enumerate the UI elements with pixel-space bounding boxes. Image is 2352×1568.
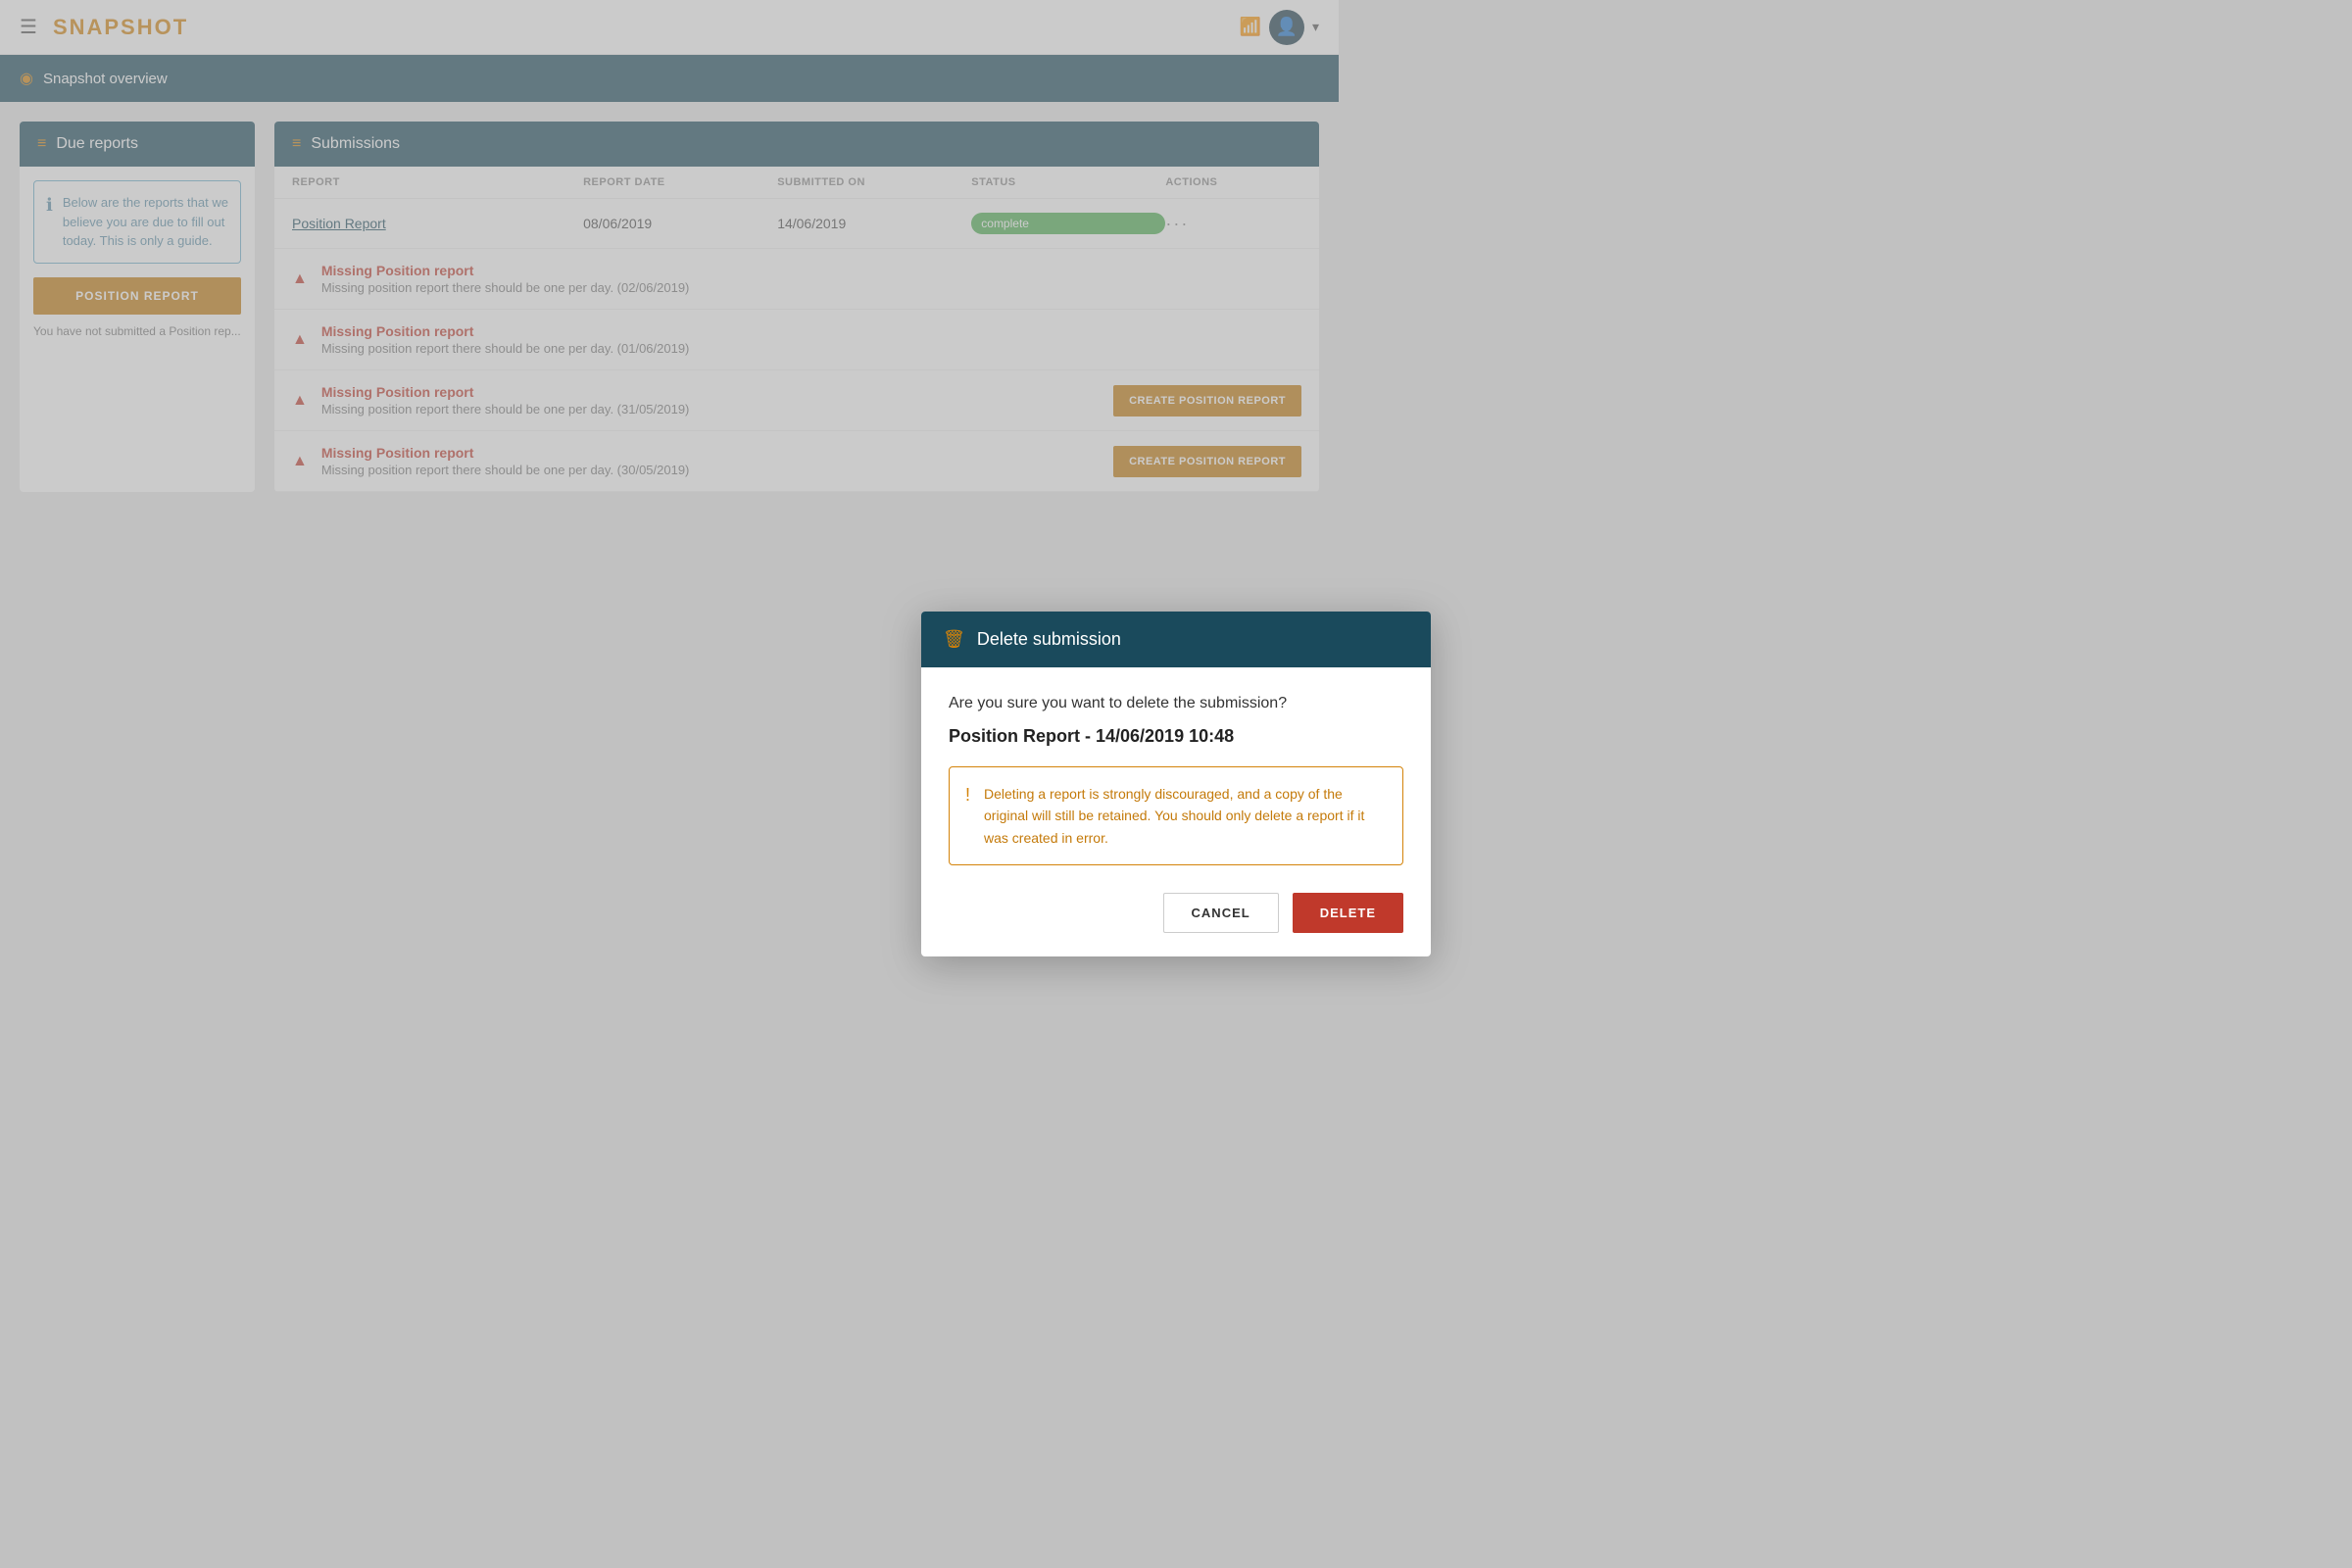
modal-title: Delete submission [977, 629, 1121, 650]
modal-body: Are you sure you want to delete the subm… [921, 667, 1431, 956]
modal-header: 🗑 Delete submission [921, 612, 1431, 667]
modal-question: Are you sure you want to delete the subm… [949, 695, 1403, 712]
modal-submission-name: Position Report - 14/06/2019 10:48 [949, 726, 1403, 747]
modal-overlay: 🗑 Delete submission Are you sure you wan… [0, 0, 2352, 1568]
cancel-button[interactable]: CANCEL [1163, 893, 1279, 933]
delete-submission-modal: 🗑 Delete submission Are you sure you wan… [921, 612, 1431, 956]
modal-warning-icon: ! [965, 785, 970, 806]
modal-warning-box: ! Deleting a report is strongly discoura… [949, 766, 1403, 865]
delete-button[interactable]: DELETE [1293, 893, 1403, 933]
modal-actions: CANCEL DELETE [949, 893, 1403, 933]
modal-warning-text: Deleting a report is strongly discourage… [984, 783, 1387, 849]
trash-icon: 🗑 [943, 629, 965, 650]
